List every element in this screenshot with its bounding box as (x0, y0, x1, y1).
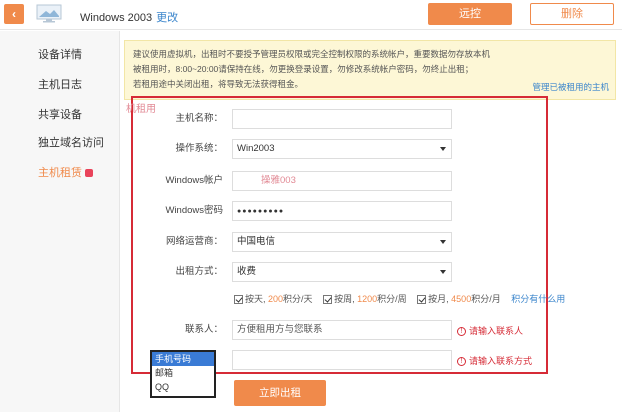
option-weekly-suffix: 积分/周 (377, 294, 407, 304)
contact-error: ! 请输入联系人 (457, 324, 523, 337)
sidebar-item-label: 主机租赁 (38, 167, 82, 179)
checkbox-icon[interactable] (323, 295, 333, 305)
back-button[interactable]: ‹ (4, 4, 24, 24)
dropdown-option-email[interactable]: 邮箱 (152, 366, 214, 380)
contact-input[interactable]: 方便租用方与您联系 (232, 320, 452, 340)
checkbox-icon[interactable] (417, 295, 427, 305)
sidebar-item-domain-access[interactable]: 独立域名访问 (38, 134, 104, 150)
isp-label: 网络运营商： (165, 236, 223, 247)
caret-down-icon (440, 240, 446, 244)
option-monthly-prefix: 按月, (428, 294, 452, 304)
notice-line: 被租用时，8:00~20:00请保持在线，勿更换登录设置，勿修改系统帐户密码，勿… (133, 64, 474, 74)
dropdown-option-phone[interactable]: 手机号码 (152, 352, 214, 366)
remote-control-button[interactable]: 远控 (428, 3, 512, 25)
option-daily-price: 200 (268, 294, 284, 304)
option-weekly-prefix: 按周, (334, 294, 358, 304)
host-name-watermark: 机租用 (126, 104, 156, 115)
isp-value: 中国电信 (237, 236, 276, 247)
password-value: ●●●●●●●●● (237, 208, 285, 215)
top-bar: ‹ Windows 2003 更改 远控 删除 (0, 0, 622, 30)
option-weekly[interactable]: 按周, 1200积分/周 (323, 292, 407, 305)
isp-row: 网络运营商： 中国电信 (131, 232, 571, 252)
checkbox-icon[interactable] (234, 295, 243, 305)
host-title: Windows 2003 更改 (80, 9, 178, 25)
sidebar-item-host-log[interactable]: 主机日志 (38, 76, 82, 92)
isp-select[interactable]: 中国电信 (232, 232, 452, 252)
dropdown-option-qq[interactable]: QQ (152, 380, 214, 394)
os-label: 操作系统： (175, 143, 223, 154)
rent-method-row: 出租方式： 收费 (131, 262, 571, 282)
option-daily[interactable]: 按天, 200积分/天 (234, 292, 313, 305)
host-name-input[interactable] (232, 109, 452, 129)
sidebar-item-device-details[interactable]: 设备详情 (38, 46, 82, 62)
option-monthly-price: 4500 (451, 294, 472, 304)
rent-method-select[interactable]: 收费 (232, 262, 452, 282)
rental-notice: 建议使用虚拟机，出租时不要授予管理员权限或完全控制权限的系统帐户，重要数据勿存放… (124, 40, 616, 100)
rent-method-value: 收费 (237, 266, 257, 277)
monitor-icon (36, 4, 62, 23)
rent-method-label: 出租方式： (175, 266, 223, 277)
contact-method-error-text: 请输入联系方式 (469, 356, 533, 366)
password-row: Windows密码 ●●●●●●●●● (131, 201, 571, 221)
sidebar-item-host-rental[interactable]: 主机租赁 (38, 164, 93, 180)
option-weekly-price: 1200 (357, 294, 378, 304)
contact-method-error: ! 请输入联系方式 (457, 354, 532, 367)
account-label: Windows帐户 (165, 175, 223, 186)
host-name-row: 主机名称： (131, 109, 571, 129)
option-monthly[interactable]: 按月, 4500积分/月 (417, 292, 501, 305)
caret-down-icon (440, 270, 446, 274)
password-label: Windows密码 (165, 205, 223, 216)
password-input[interactable]: ●●●●●●●●● (232, 201, 452, 221)
delete-button[interactable]: 删除 (530, 3, 614, 25)
option-daily-suffix: 积分/天 (283, 294, 313, 304)
account-value: 操雅003 (261, 175, 296, 186)
edit-host-link[interactable]: 更改 (156, 12, 178, 24)
manage-rented-hosts-link[interactable]: 管理已被租用的主机 (532, 80, 609, 95)
option-daily-prefix: 按天, (245, 294, 269, 304)
error-icon: ! (457, 327, 466, 337)
caret-down-icon (440, 147, 446, 151)
notice-line: 建议使用虚拟机，出租时不要授予管理员权限或完全控制权限的系统帐户，重要数据勿存放… (133, 49, 491, 59)
contact-error-text: 请输入联系人 (469, 326, 524, 336)
contact-method-dropdown[interactable]: 手机号码 邮箱 QQ (150, 350, 216, 398)
contact-method-input[interactable] (232, 350, 452, 370)
sidebar-item-shared-device[interactable]: 共享设备 (38, 106, 82, 122)
contact-label: 联系人： (184, 324, 223, 335)
os-select[interactable]: Win2003 (232, 139, 452, 159)
account-input[interactable]: 操雅003 (232, 171, 452, 191)
host-name: Windows 2003 (80, 12, 153, 24)
contact-value: 方便租用方与您联系 (237, 324, 323, 335)
rent-now-button[interactable]: 立即出租 (234, 380, 326, 406)
os-row: 操作系统： Win2003 (131, 139, 571, 159)
points-help-link[interactable]: 积分有什么用 (511, 294, 565, 304)
sidebar: 设备详情 主机日志 共享设备 独立域名访问 主机租赁 (0, 31, 120, 412)
os-value: Win2003 (237, 143, 275, 154)
option-monthly-suffix: 积分/月 (471, 294, 501, 304)
pricing-options: 按天, 200积分/天 按周, 1200积分/周 按月, 4500积分/月 积分… (234, 292, 565, 305)
error-icon: ! (457, 357, 466, 367)
account-row: Windows帐户 操雅003 (131, 171, 571, 191)
lock-icon (85, 169, 93, 178)
chevron-left-icon: ‹ (12, 7, 16, 21)
